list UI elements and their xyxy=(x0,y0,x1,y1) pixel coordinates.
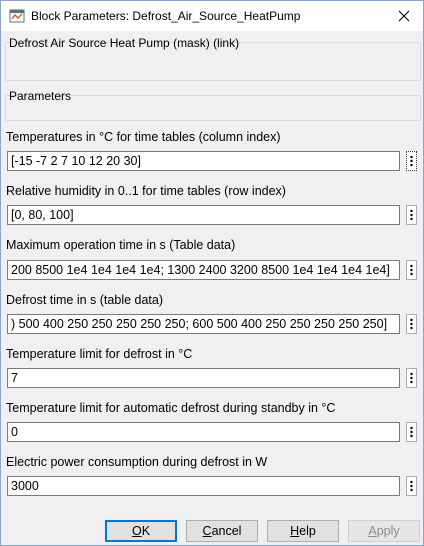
ok-button[interactable]: OK xyxy=(105,520,177,542)
block-parameters-dialog: Block Parameters: Defrost_Air_Source_Hea… xyxy=(0,0,424,546)
temperatures-more-button[interactable] xyxy=(406,151,417,171)
electric-power-input[interactable]: 3000 xyxy=(7,476,400,496)
vertical-ellipsis-icon xyxy=(410,372,413,384)
temperature-limit-defrost-input[interactable]: 7 xyxy=(7,368,400,388)
field-label-defrost-time: Defrost time in s (table data) xyxy=(6,293,164,307)
description-group-title: Defrost Air Source Heat Pump (mask) (lin… xyxy=(9,36,240,50)
vertical-ellipsis-icon xyxy=(410,264,413,276)
vertical-ellipsis-icon xyxy=(410,318,413,330)
window-title: Block Parameters: Defrost_Air_Source_Hea… xyxy=(31,9,301,23)
field-label-temperature-limit-standby: Temperature limit for automatic defrost … xyxy=(6,401,336,415)
relative-humidity-input[interactable]: [0, 80, 100] xyxy=(7,205,400,225)
max-operation-time-input[interactable]: 200 8500 1e4 1e4 1e4 1e4; 1300 2400 3200… xyxy=(7,260,400,280)
field-label-temperatures: Temperatures in °C for time tables (colu… xyxy=(6,130,281,144)
cancel-button[interactable]: Cancel xyxy=(186,520,258,542)
field-label-max-operation-time: Maximum operation time in s (Table data) xyxy=(6,238,236,252)
help-button[interactable]: Help xyxy=(267,520,339,542)
defrost-time-value: ) 500 400 250 250 250 250 250; 600 500 4… xyxy=(11,317,388,331)
electric-power-more-button[interactable] xyxy=(406,476,417,496)
vertical-ellipsis-icon xyxy=(410,209,413,221)
field-label-relative-humidity: Relative humidity in 0..1 for time table… xyxy=(6,184,286,198)
temperature-limit-standby-more-button[interactable] xyxy=(406,422,417,442)
vertical-ellipsis-icon xyxy=(410,480,413,492)
title-bar[interactable]: Block Parameters: Defrost_Air_Source_Hea… xyxy=(1,1,423,31)
close-button[interactable] xyxy=(393,5,415,27)
vertical-ellipsis-icon xyxy=(410,426,413,438)
parameters-group-title: Parameters xyxy=(9,89,72,103)
temperature-limit-defrost-more-button[interactable] xyxy=(406,368,417,388)
temperatures-input[interactable]: [-15 -7 2 7 10 12 20 30] xyxy=(7,151,400,171)
max-operation-time-more-button[interactable] xyxy=(406,260,417,280)
vertical-ellipsis-icon xyxy=(410,155,413,167)
max-operation-time-value: 200 8500 1e4 1e4 1e4 1e4; 1300 2400 3200… xyxy=(11,263,390,277)
defrost-time-more-button[interactable] xyxy=(406,314,417,334)
relative-humidity-more-button[interactable] xyxy=(406,205,417,225)
field-label-temperature-limit-defrost: Temperature limit for defrost in °C xyxy=(6,347,193,361)
apply-button[interactable]: Apply xyxy=(348,520,420,542)
simulink-block-icon xyxy=(9,8,25,24)
close-icon xyxy=(398,10,410,22)
temperature-limit-standby-input[interactable]: 0 xyxy=(7,422,400,442)
field-label-electric-power: Electric power consumption during defros… xyxy=(6,455,268,469)
defrost-time-input[interactable]: ) 500 400 250 250 250 250 250; 600 500 4… xyxy=(7,314,400,334)
